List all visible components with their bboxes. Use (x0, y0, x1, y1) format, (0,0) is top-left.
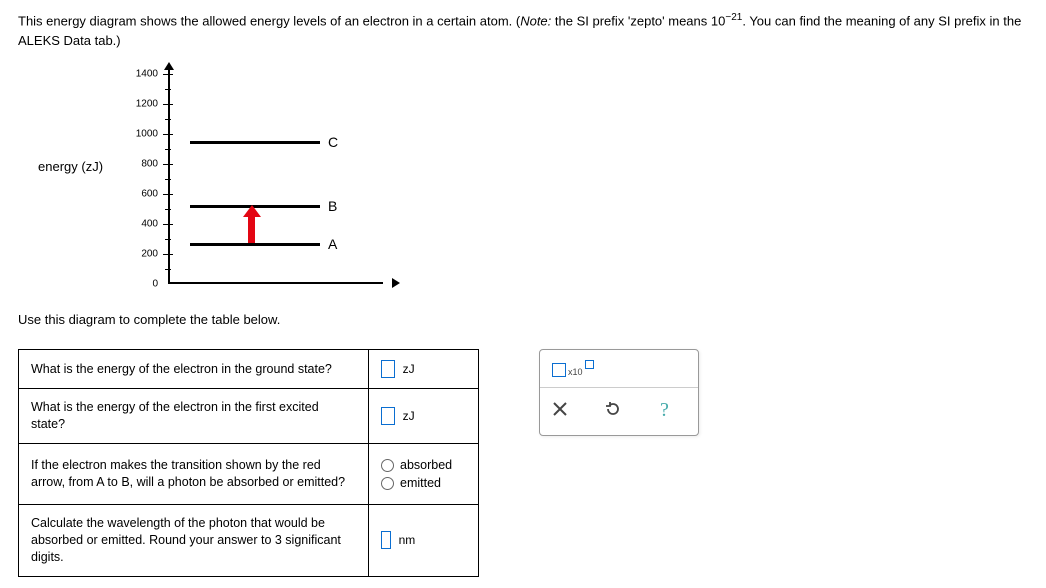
x-icon (552, 401, 568, 417)
tick-800: 800 (128, 159, 158, 170)
tick-400: 400 (128, 219, 158, 230)
level-a-label: A (328, 236, 337, 252)
instruction-text: Use this diagram to complete the table b… (18, 312, 1028, 327)
y-axis (168, 69, 170, 284)
answer-4-input[interactable] (381, 531, 391, 549)
tick-1200: 1200 (128, 99, 158, 110)
radio-absorbed[interactable] (381, 459, 394, 472)
input-toolbox: x10 ? (539, 349, 699, 436)
question-4: Calculate the wavelength of the photon t… (19, 505, 369, 577)
help-button[interactable]: ? (658, 398, 676, 425)
problem-statement: This energy diagram shows the allowed en… (18, 10, 1028, 50)
tick-1000: 1000 (128, 129, 158, 140)
reset-button[interactable] (604, 400, 622, 423)
energy-diagram: energy (zJ) 1400 1200 1000 800 600 400 2… (38, 64, 1028, 294)
x10-label: x10 (568, 367, 583, 377)
mantissa-box-icon (552, 363, 566, 377)
radio-emitted[interactable] (381, 477, 394, 490)
question-1: What is the energy of the electron in th… (19, 350, 369, 389)
level-a-line (190, 243, 320, 246)
level-c-label: C (328, 134, 338, 150)
answer-4-unit: nm (399, 533, 416, 547)
clear-button[interactable] (552, 401, 568, 422)
tick-200: 200 (128, 249, 158, 260)
answer-1-input[interactable] (381, 360, 395, 378)
tick-600: 600 (128, 189, 158, 200)
tick-1400: 1400 (128, 69, 158, 80)
question-table: What is the energy of the electron in th… (18, 349, 479, 576)
x-axis (168, 282, 383, 284)
undo-icon (604, 400, 622, 418)
x-axis-arrow-icon (392, 278, 400, 288)
radio-absorbed-label: absorbed (400, 458, 452, 472)
y-axis-arrow-icon (164, 62, 174, 70)
exponent-box-icon (585, 360, 594, 369)
level-b-label: B (328, 198, 337, 214)
y-axis-label: energy (zJ) (38, 159, 103, 174)
tick-0: 0 (128, 279, 158, 290)
question-2: What is the energy of the electron in th… (19, 389, 369, 444)
answer-2-input[interactable] (381, 407, 395, 425)
answer-1-unit: zJ (403, 362, 415, 376)
answer-2-unit: zJ (403, 409, 415, 423)
question-3: If the electron makes the transition sho… (19, 444, 369, 505)
radio-emitted-label: emitted (400, 476, 441, 490)
scientific-notation-button[interactable]: x10 (552, 360, 594, 377)
question-icon: ? (658, 398, 676, 420)
level-c-line (190, 141, 320, 144)
svg-text:?: ? (660, 399, 669, 420)
